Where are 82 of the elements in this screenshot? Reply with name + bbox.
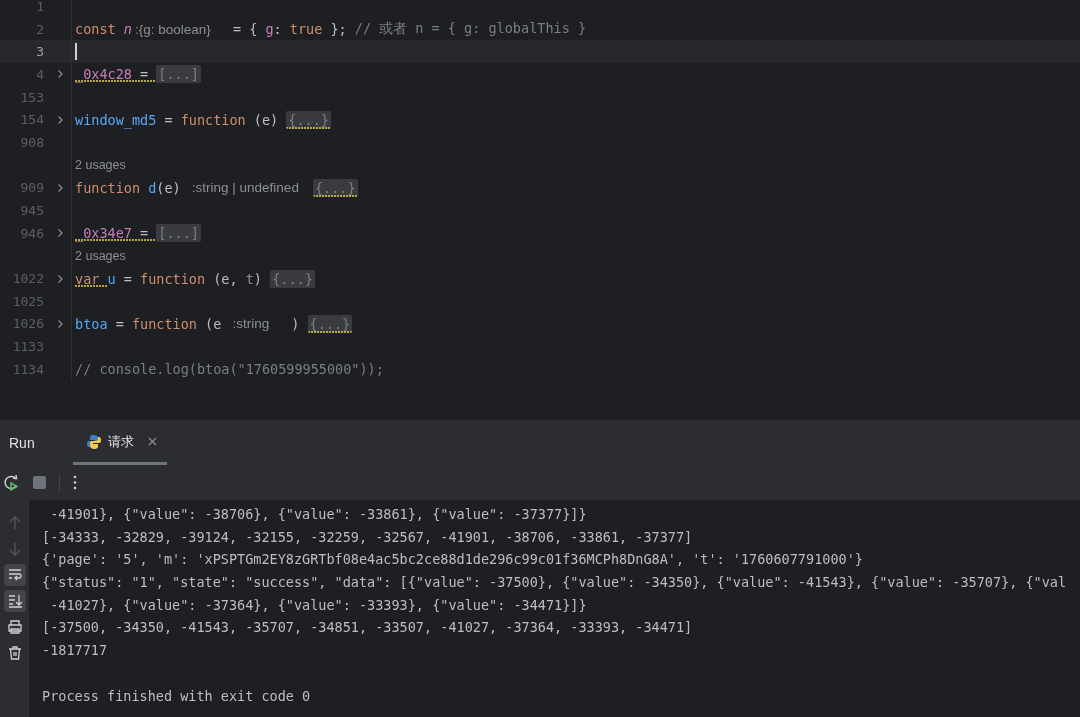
code-text: (e) bbox=[252, 111, 280, 128]
code-text: (e) bbox=[156, 179, 182, 196]
chevron-icon[interactable] bbox=[57, 182, 64, 193]
console-output-line: {'page': '5', 'm': 'xPSPTGm2EY8zGRTbf08e4ac5bc2ce88d1de296c99c01f36MCPh8DnG8A', 't': '1760607791000'} bbox=[42, 550, 864, 570]
keyword: true bbox=[289, 21, 323, 38]
text-cursor bbox=[75, 43, 77, 61]
chevron-icon[interactable] bbox=[57, 114, 64, 125]
keyword: const bbox=[75, 21, 117, 38]
keyword: function bbox=[180, 111, 246, 128]
line-number: 1025 bbox=[11, 293, 44, 309]
parameter-name: t bbox=[245, 270, 254, 287]
keyword: function bbox=[75, 179, 142, 196]
console-output-line: {"status": "1", "state": "success", "data": [{"value": -37500}, {"value": -34350}, {"value": -41543}, {"value": -35707}, {"val bbox=[42, 573, 1068, 593]
folded-code: {...} bbox=[307, 314, 353, 333]
folded-code: {...} bbox=[270, 269, 315, 288]
code-text: : bbox=[273, 21, 283, 38]
line-number: 3 bbox=[35, 44, 44, 60]
identifier: d bbox=[148, 179, 157, 196]
chevron-icon[interactable] bbox=[57, 318, 64, 329]
line-number: 1022 bbox=[11, 271, 44, 287]
python-icon bbox=[85, 433, 102, 450]
folded-code: [...] bbox=[156, 65, 201, 84]
code-text: = bbox=[114, 315, 125, 332]
scroll-to-end-button[interactable] bbox=[3, 590, 26, 612]
console-output-line: -41027}, {"value": -37364}, {"value": -33393}, {"value": -34471}]} bbox=[49, 595, 588, 615]
console-output-line: -1817717 bbox=[42, 641, 109, 661]
printer-icon bbox=[6, 619, 23, 635]
chevron-icon[interactable] bbox=[57, 69, 64, 80]
variable-name: n bbox=[123, 21, 132, 38]
line-number: 946 bbox=[19, 225, 44, 241]
line-number: 2 bbox=[35, 21, 44, 37]
line-number: 1 bbox=[35, 0, 44, 14]
code-comment: // console.log(btoa("1760599955000")); bbox=[75, 361, 384, 378]
folded-code: {...} bbox=[312, 178, 358, 197]
identifier: u bbox=[107, 270, 116, 287]
panel-title[interactable]: Run bbox=[9, 421, 59, 465]
code-comment: // 或者 n = { g: globalThis } bbox=[354, 20, 587, 39]
line-number: 154 bbox=[19, 112, 44, 128]
usages-hint[interactable]: 2 usages bbox=[75, 248, 126, 263]
rerun-icon[interactable] bbox=[3, 474, 20, 491]
console-output-line: [-37500, -34350, -41543, -35707, -34851, -33507, -41027, -37364, -33393, -34471] bbox=[42, 618, 694, 638]
console-output-line: -41901}, {"value": -38706}, {"value": -33861}, {"value": -37377}]} bbox=[49, 505, 588, 524]
folded-code: [...] bbox=[156, 224, 201, 243]
identifier: g bbox=[265, 21, 274, 38]
line-number: 909 bbox=[19, 180, 44, 196]
type-hint: :string bbox=[232, 316, 270, 332]
soft-wrap-button[interactable] bbox=[3, 564, 26, 586]
run-tab[interactable]: 请求 bbox=[72, 421, 167, 465]
folded-code: {...} bbox=[286, 110, 331, 129]
keyword: function bbox=[140, 270, 206, 287]
keyword: function bbox=[131, 315, 197, 332]
usages-hint[interactable]: 2 usages bbox=[75, 158, 126, 173]
identifier: _0x34e7 bbox=[75, 225, 132, 242]
code-text: = bbox=[122, 270, 133, 287]
code-text: = bbox=[163, 111, 174, 128]
chevron-icon[interactable] bbox=[57, 228, 64, 239]
line-number: 153 bbox=[19, 89, 44, 105]
more-icon[interactable] bbox=[73, 475, 77, 490]
identifier: _0x4c28 bbox=[75, 66, 132, 83]
code-text: ) bbox=[253, 270, 263, 287]
code-text: (e, bbox=[212, 270, 239, 287]
wrap-icon bbox=[6, 567, 23, 583]
code-text: (e bbox=[204, 315, 223, 332]
code-text: ) bbox=[290, 315, 301, 332]
type-hint: :{g: boolean} bbox=[134, 21, 211, 37]
line-number: 1133 bbox=[11, 339, 44, 355]
scroll-to-end-icon bbox=[6, 593, 23, 609]
console-output-line: [-34333, -32829, -39124, -32155, -32259, -32567, -41901, -38706, -33861, -37377] bbox=[42, 527, 694, 547]
trash-icon bbox=[6, 645, 23, 661]
code-text: }; bbox=[329, 21, 348, 38]
line-number: 908 bbox=[19, 134, 44, 150]
line-number: 4 bbox=[35, 66, 44, 82]
type-hint: :string | undefined bbox=[191, 180, 299, 196]
close-icon[interactable] bbox=[147, 437, 157, 446]
line-number: 1134 bbox=[11, 361, 44, 377]
line-number: 945 bbox=[19, 203, 44, 219]
exit-message: Process finished with exit code 0 bbox=[42, 686, 312, 706]
code-text: = { bbox=[231, 21, 259, 38]
chevron-icon[interactable] bbox=[57, 273, 64, 284]
identifier: btoa bbox=[75, 315, 108, 332]
line-number: 1026 bbox=[11, 316, 44, 332]
identifier: window_md5 bbox=[75, 111, 157, 128]
